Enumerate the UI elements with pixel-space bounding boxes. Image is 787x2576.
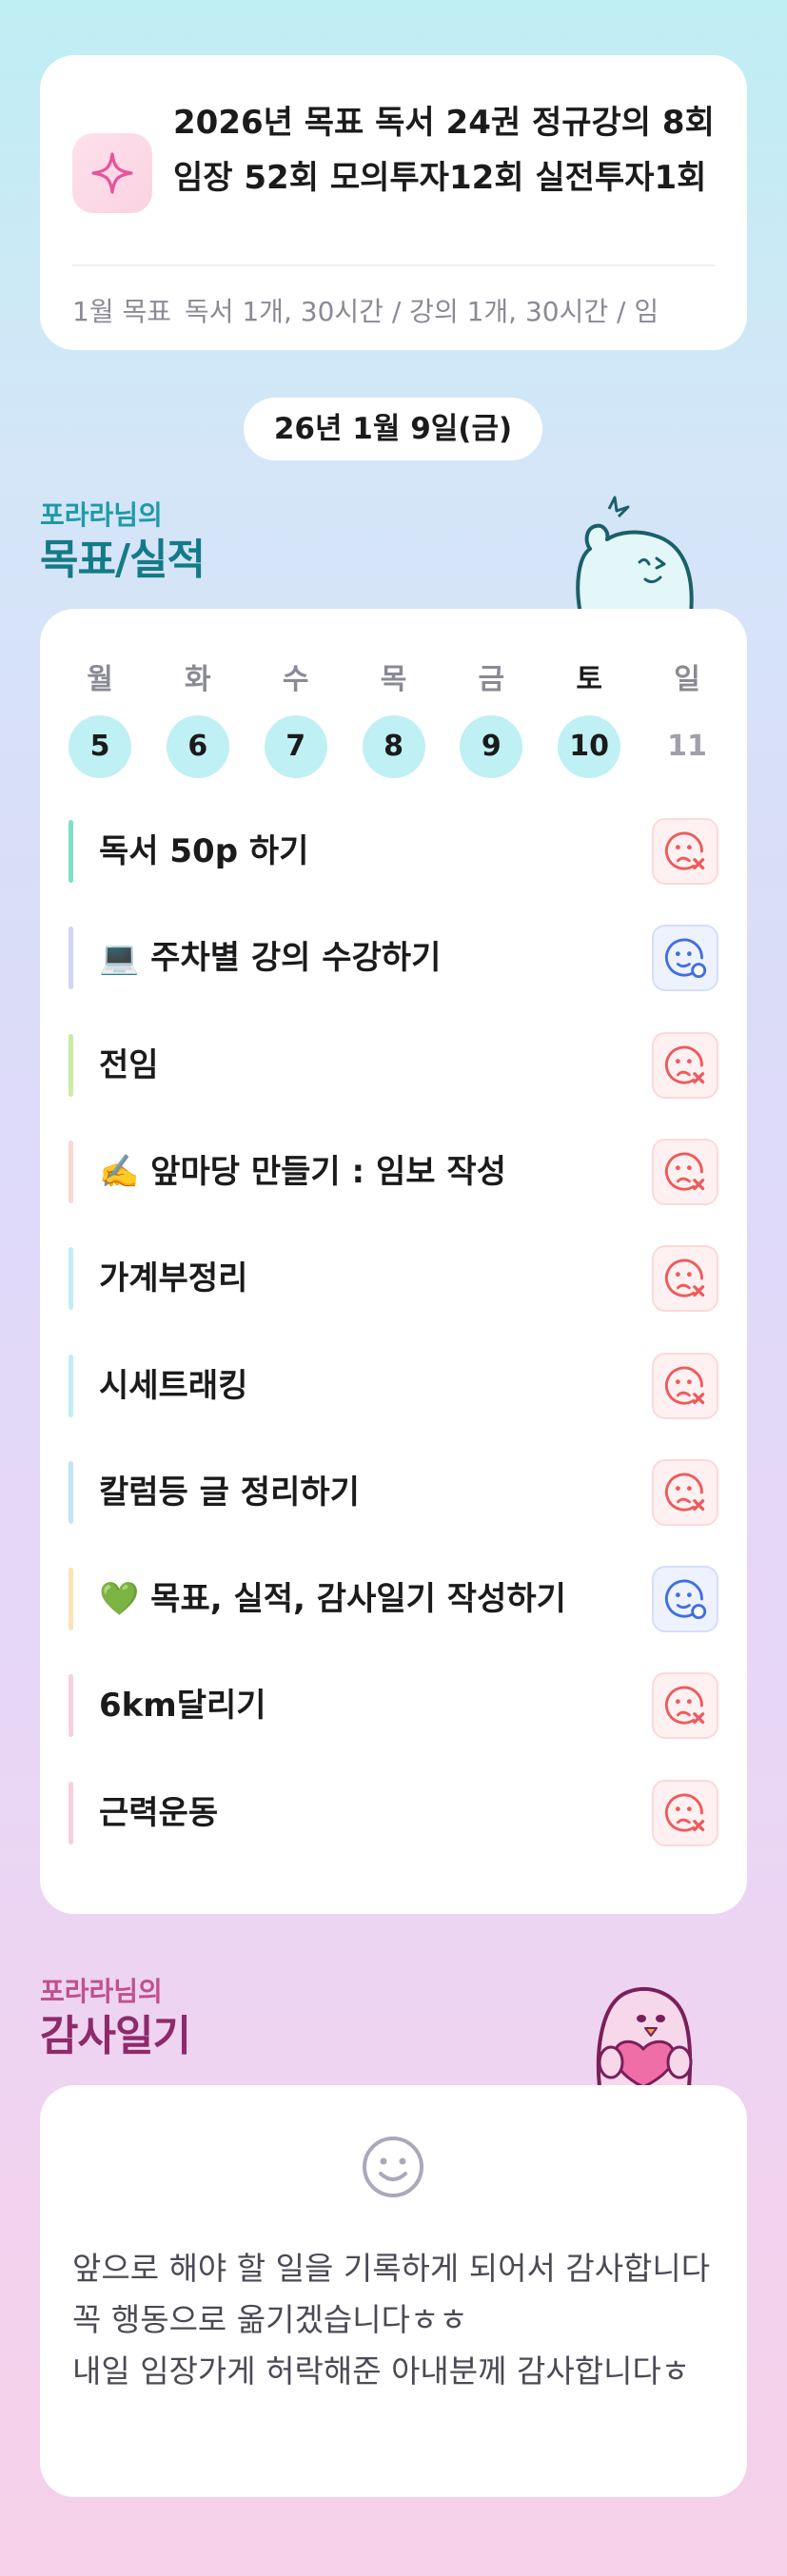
- weekday-label: 금: [478, 663, 505, 696]
- task-label: ✍️ 앞마당 만들기 : 임보 작성: [99, 1152, 506, 1191]
- performance-card: 월 5 화 6 수 7 목 8 금 9 토 10 일 11 독서 50p 하기 💻 주차별 강의 수강하기 전…: [40, 609, 747, 1914]
- task-row[interactable]: 근력운동: [69, 1779, 718, 1846]
- status-fail-icon[interactable]: [652, 1672, 718, 1740]
- weekday-label: 화: [185, 663, 211, 696]
- status-done-icon[interactable]: [652, 1566, 718, 1633]
- goal-title: 2026년 목표 독서 24권 정규강의 8회 임장 52회 모의투자12회 실…: [173, 104, 715, 197]
- task-row[interactable]: 칼럼등 글 정리하기: [69, 1458, 718, 1526]
- day-5[interactable]: 월5: [69, 656, 131, 778]
- smile-icon: [363, 2137, 423, 2197]
- day-number[interactable]: 5: [69, 715, 131, 778]
- day-10[interactable]: 토 10: [558, 656, 621, 778]
- day-6[interactable]: 화6: [166, 656, 229, 778]
- task-color-bar: [69, 1033, 73, 1097]
- task-row[interactable]: 전임: [69, 1031, 718, 1099]
- monthly-goal-label: 1월 목표: [72, 296, 171, 327]
- diary-card[interactable]: 앞으로 해야 할 일을 기록하게 되어서 감사합니다 꼭 행동으로 옮기겠습니다…: [40, 2085, 747, 2497]
- task-color-bar: [69, 820, 73, 883]
- task-label: 시세트래킹: [99, 1366, 248, 1405]
- weekday-label: 토: [576, 663, 602, 696]
- day-number[interactable]: 9: [460, 715, 523, 778]
- weekday-label: 일: [674, 663, 700, 696]
- task-label: 6km달리기: [99, 1687, 266, 1726]
- mascot-heart-icon: [596, 1987, 693, 2087]
- goal-card[interactable]: 2026년 목표 독서 24권 정규강의 8회 임장 52회 모의투자12회 실…: [40, 55, 747, 350]
- task-color-bar: [69, 927, 73, 990]
- status-fail-icon[interactable]: [652, 1458, 718, 1526]
- day-number[interactable]: 10: [558, 715, 621, 778]
- status-fail-icon[interactable]: [652, 1779, 718, 1846]
- weekday-label: 월: [87, 663, 113, 696]
- task-label: 💻 주차별 강의 수강하기: [99, 939, 442, 978]
- task-row[interactable]: 💻 주차별 강의 수강하기: [69, 925, 718, 992]
- task-color-bar: [69, 1460, 73, 1524]
- task-row[interactable]: 시세트래킹: [69, 1352, 718, 1419]
- day-11[interactable]: 일 11: [656, 656, 718, 778]
- task-label: 칼럼등 글 정리하기: [99, 1473, 360, 1512]
- date-selector[interactable]: 26년 1월 9일(금): [244, 398, 542, 460]
- status-fail-icon[interactable]: [652, 1031, 718, 1099]
- day-number[interactable]: 6: [166, 715, 229, 778]
- task-label: 근력운동: [99, 1793, 219, 1832]
- task-label: 독서 50p 하기: [99, 832, 309, 870]
- task-row[interactable]: 6km달리기: [69, 1672, 718, 1740]
- divider: [72, 264, 715, 266]
- task-color-bar: [69, 1568, 73, 1631]
- task-row[interactable]: 독서 50p 하기: [69, 818, 718, 885]
- status-fail-icon[interactable]: [652, 1352, 718, 1419]
- task-color-bar: [69, 1140, 73, 1203]
- diary-title: 감사일기: [40, 2012, 191, 2060]
- task-row[interactable]: 가계부정리: [69, 1245, 718, 1313]
- task-label: 💚 목표, 실적, 감사일기 작성하기: [99, 1580, 566, 1619]
- task-label: 전임: [99, 1045, 159, 1084]
- day-number[interactable]: 7: [264, 715, 327, 778]
- status-fail-icon[interactable]: [652, 1245, 718, 1313]
- week-calendar: 월 5 화 6 수 7 목 8 금 9 토 10 일 11: [69, 656, 718, 790]
- task-row[interactable]: ✍️ 앞마당 만들기 : 임보 작성: [69, 1138, 718, 1205]
- diary-text: 앞으로 해야 할 일을 기록하게 되어서 감사합니다 꼭 행동으로 옮기겠습니다…: [72, 2250, 711, 2390]
- weekday-label: 목: [380, 663, 407, 696]
- monthly-goal-text: 독서 1개, 30시간 / 강의 1개, 30시간 / 임: [185, 296, 659, 327]
- sparkle-icon: [72, 133, 152, 213]
- day-number[interactable]: 8: [362, 715, 425, 778]
- task-color-bar: [69, 1354, 73, 1417]
- day-8[interactable]: 목8: [362, 656, 425, 778]
- status-fail-icon[interactable]: [652, 818, 718, 885]
- mascot-wave-icon: [576, 496, 694, 614]
- task-row[interactable]: 💚 목표, 실적, 감사일기 작성하기: [69, 1566, 718, 1633]
- task-color-bar: [69, 1247, 73, 1311]
- monthly-goal: 1월 목표 독서 1개, 30시간 / 강의 1개, 30시간 / 임: [72, 291, 719, 329]
- task-color-bar: [69, 1674, 73, 1738]
- day-9[interactable]: 금9: [460, 656, 523, 778]
- task-color-bar: [69, 1781, 73, 1844]
- weekday-label: 수: [282, 663, 309, 696]
- day-7[interactable]: 수7: [264, 656, 327, 778]
- day-number[interactable]: 11: [656, 715, 718, 778]
- performance-title: 목표/실적: [40, 536, 206, 584]
- status-done-icon[interactable]: [652, 925, 718, 992]
- status-fail-icon[interactable]: [652, 1138, 718, 1205]
- task-label: 가계부정리: [99, 1259, 248, 1298]
